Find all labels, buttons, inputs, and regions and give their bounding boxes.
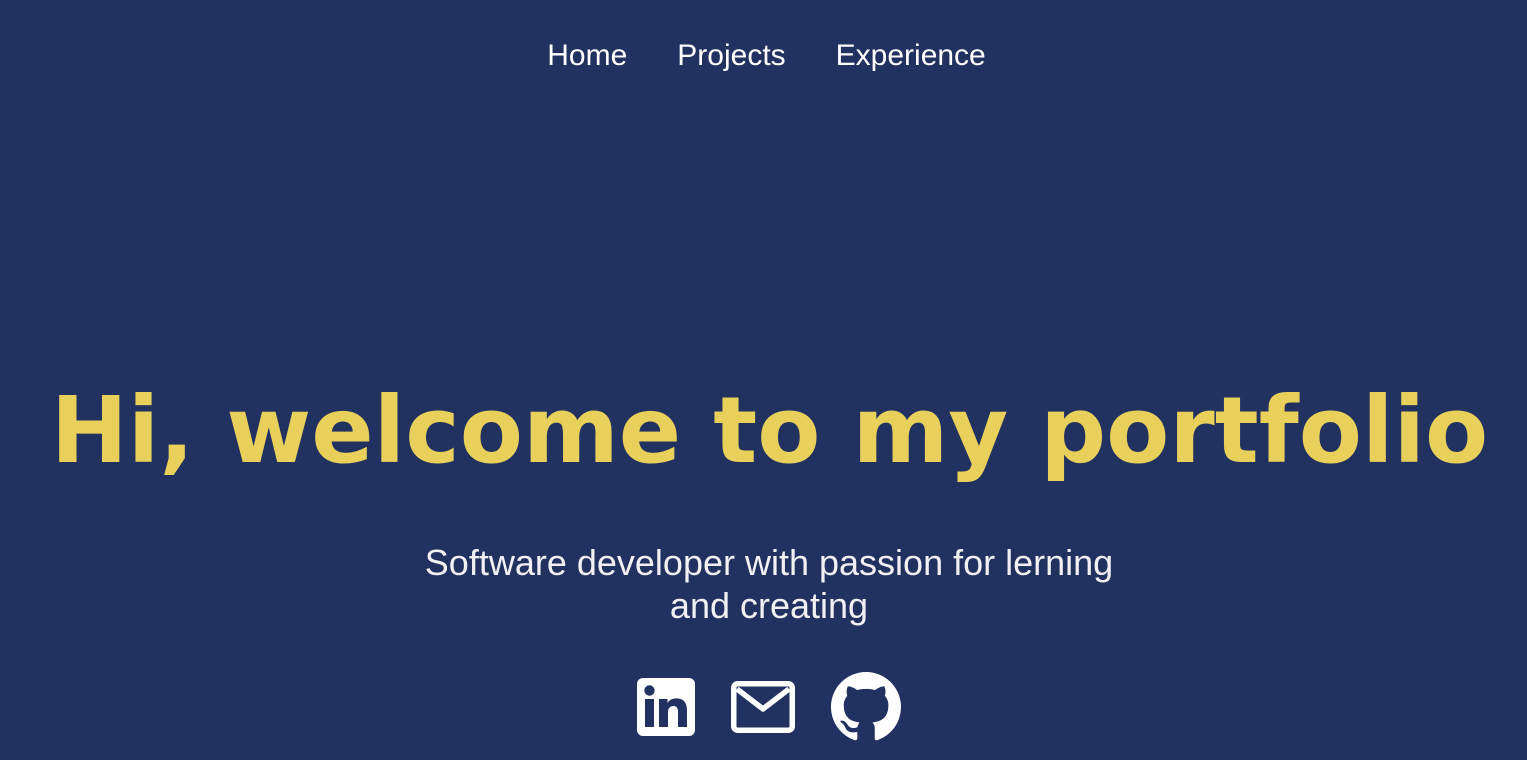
hero-title: Hi, welcome to my portfolio [50, 377, 1489, 484]
github-icon [830, 672, 901, 741]
top-nav: Home Projects Experience [0, 38, 1527, 74]
nav-link-home[interactable]: Home [547, 38, 627, 74]
email-link[interactable] [730, 681, 795, 733]
linkedin-link[interactable] [636, 678, 695, 736]
mail-icon [730, 681, 795, 733]
github-link[interactable] [830, 672, 901, 742]
hero-subtitle: Software developer with passion for lern… [424, 542, 1114, 626]
nav-link-experience[interactable]: Experience [836, 38, 986, 74]
linkedin-icon [636, 678, 695, 736]
social-links [0, 672, 1527, 742]
nav-link-projects[interactable]: Projects [677, 38, 785, 74]
